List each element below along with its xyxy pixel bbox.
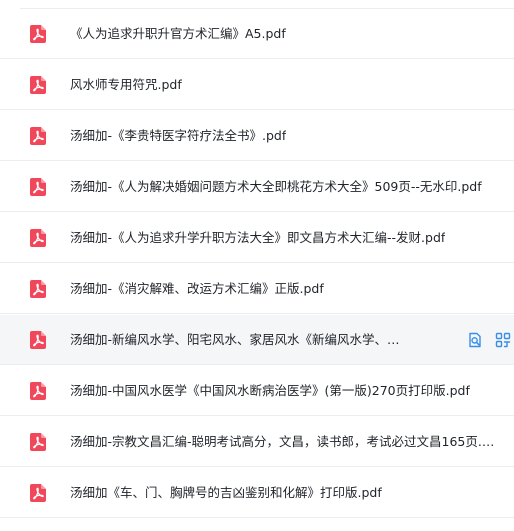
file-name[interactable]: 汤细加-宗教文昌汇编-聪明考试高分，文昌，读书郎，考试必过文昌165页.pdf [70, 432, 500, 452]
pdf-file-icon [28, 177, 48, 197]
share-icon[interactable] [494, 331, 512, 349]
preview-icon[interactable] [466, 331, 484, 349]
file-row[interactable]: 汤细加-《人为解决婚姻问题方术大全即桃花方术大全》509页--无水印.pdf [0, 162, 514, 212]
file-name[interactable]: 汤细加《车、门、胸牌号的吉凶鉴别和化解》打印版.pdf [70, 483, 382, 503]
file-name[interactable]: 《人为追求升职升官方术汇编》A5.pdf [70, 24, 286, 44]
file-row-hovered[interactable]: 汤细加-新编风水学、阳宅风水、家居风水《新编风水学、第... [0, 315, 514, 365]
file-row[interactable]: 汤细加-中国风水医学《中国风水断病治医学》(第一版)270页打印版.pdf [0, 366, 514, 416]
file-name[interactable]: 汤细加-《人为追求升学升职方法大全》即文昌方术大汇编--发财.pdf [70, 228, 445, 248]
pdf-file-icon [28, 381, 48, 401]
file-row[interactable]: 风水师专用符咒.pdf [0, 60, 514, 110]
pdf-file-icon [28, 24, 48, 44]
file-name[interactable]: 风水师专用符咒.pdf [70, 75, 182, 95]
pdf-file-icon [28, 279, 48, 299]
pdf-file-icon [28, 483, 48, 503]
file-row[interactable]: 汤细加《车、门、胸牌号的吉凶鉴别和化解》打印版.pdf [0, 468, 514, 518]
file-row[interactable]: 汤细加-《李贵特医字符疗法全书》.pdf [0, 111, 514, 161]
file-row[interactable]: 汤细加-宗教文昌汇编-聪明考试高分，文昌，读书郎，考试必过文昌165页.pdf [0, 417, 514, 467]
file-name[interactable]: 汤细加-新编风水学、阳宅风水、家居风水《新编风水学、第... [70, 330, 400, 350]
pdf-file-icon [28, 228, 48, 248]
file-row[interactable]: 《人为追求升职升官方术汇编》A5.pdf [0, 9, 514, 59]
file-name[interactable]: 汤细加-《人为解决婚姻问题方术大全即桃花方术大全》509页--无水印.pdf [70, 177, 482, 197]
file-row[interactable]: 汤细加-《人为追求升学升职方法大全》即文昌方术大汇编--发财.pdf [0, 213, 514, 263]
file-row[interactable]: 汤细加-《消灾解难、改运方术汇编》正版.pdf [0, 264, 514, 314]
pdf-file-icon [28, 432, 48, 452]
pdf-file-icon [28, 330, 48, 350]
file-name[interactable]: 汤细加-《消灾解难、改运方术汇编》正版.pdf [70, 279, 324, 299]
file-name[interactable]: 汤细加-《李贵特医字符疗法全书》.pdf [70, 126, 286, 146]
file-list: 《人为追求升职升官方术汇编》A5.pdf 风水师专用符咒.pdf 汤细加-《李贵… [0, 0, 514, 531]
file-name[interactable]: 汤细加-中国风水医学《中国风水断病治医学》(第一版)270页打印版.pdf [70, 381, 470, 401]
pdf-file-icon [28, 75, 48, 95]
pdf-file-icon [28, 126, 48, 146]
